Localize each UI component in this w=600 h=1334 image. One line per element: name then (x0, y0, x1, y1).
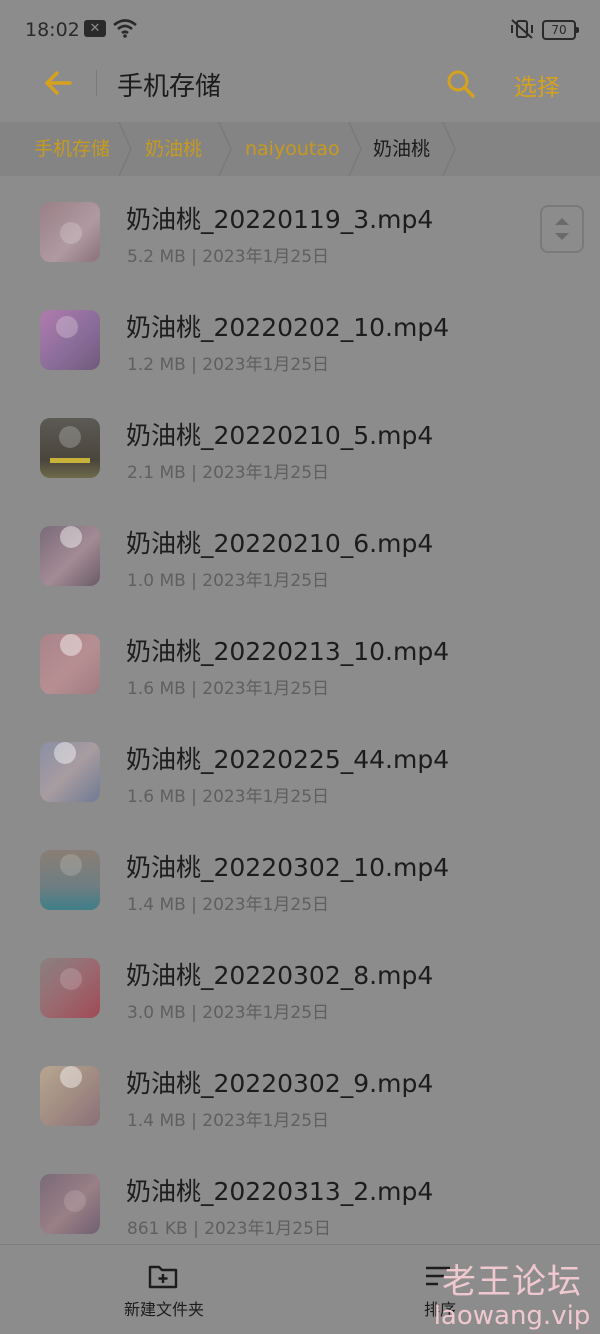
video-thumbnail (40, 202, 100, 262)
video-thumbnail (40, 310, 100, 370)
wifi-icon (113, 19, 137, 38)
file-meta: 1.6 MB | 2023年1月25日 (127, 679, 330, 699)
breadcrumb-item-phone-storage[interactable]: 手机存储 (34, 122, 110, 176)
search-icon[interactable] (445, 68, 477, 100)
select-button[interactable]: 选择 (514, 68, 560, 102)
list-item[interactable]: 奶油桃_20220225_44.mp4 1.6 MB | 2023年1月25日 (0, 716, 600, 824)
breadcrumb-item-naiyoutao[interactable]: naiyoutao (245, 122, 340, 176)
list-item[interactable]: 奶油桃_20220302_10.mp4 1.4 MB | 2023年1月25日 (0, 824, 600, 932)
list-item[interactable]: 奶油桃_20220213_10.mp4 1.6 MB | 2023年1月25日 (0, 608, 600, 716)
file-name: 奶油桃_20220210_6.mp4 (126, 529, 434, 558)
file-name: 奶油桃_20220225_44.mp4 (126, 745, 450, 774)
vibrate-mute-icon (511, 19, 533, 39)
video-thumbnail (40, 850, 100, 910)
back-arrow-icon[interactable] (42, 68, 74, 98)
new-folder-button[interactable]: 新建文件夹 (110, 1258, 218, 1322)
file-meta: 3.0 MB | 2023年1月25日 (127, 1003, 330, 1023)
watermark-title: 老王论坛 (442, 1262, 582, 1302)
file-meta: 1.0 MB | 2023年1月25日 (127, 571, 330, 591)
file-name: 奶油桃_20220302_8.mp4 (126, 961, 434, 990)
list-item[interactable]: 奶油桃_20220302_9.mp4 1.4 MB | 2023年1月25日 (0, 1040, 600, 1148)
new-folder-icon (148, 1265, 178, 1289)
battery-indicator: 70 (542, 20, 579, 40)
video-thumbnail (40, 742, 100, 802)
breadcrumb-chevron-icon (348, 122, 362, 176)
file-name: 奶油桃_20220210_5.mp4 (126, 421, 434, 450)
breadcrumb-chevron-icon (218, 122, 232, 176)
file-meta: 1.4 MB | 2023年1月25日 (127, 1111, 330, 1131)
breadcrumb-chevron-icon (118, 122, 132, 176)
file-name: 奶油桃_20220302_9.mp4 (126, 1069, 434, 1098)
file-name: 奶油桃_20220119_3.mp4 (126, 205, 434, 234)
file-meta: 1.2 MB | 2023年1月25日 (127, 355, 330, 375)
file-name: 奶油桃_20220202_10.mp4 (126, 313, 450, 342)
file-meta: 861 KB | 2023年1月25日 (127, 1219, 331, 1239)
file-name: 奶油桃_20220313_2.mp4 (126, 1177, 434, 1206)
status-time: 18:02 (25, 19, 80, 41)
list-item[interactable]: 奶油桃_20220119_3.mp4 5.2 MB | 2023年1月25日 (0, 176, 600, 284)
watermark: 老王论坛 laowang.vip (432, 1254, 592, 1331)
list-item[interactable]: 奶油桃_20220313_2.mp4 861 KB | 2023年1月25日 (0, 1148, 600, 1256)
breadcrumb: 手机存储 奶油桃 naiyoutao 奶油桃 (0, 122, 600, 176)
breadcrumb-item-naiyoutao-cn[interactable]: 奶油桃 (145, 122, 202, 176)
file-meta: 2.1 MB | 2023年1月25日 (127, 463, 330, 483)
video-thumbnail (40, 1066, 100, 1126)
video-thumbnail (40, 1174, 100, 1234)
breadcrumb-chevron-icon (442, 122, 456, 176)
breadcrumb-item-current: 奶油桃 (373, 138, 431, 160)
header-divider (96, 70, 97, 96)
list-item[interactable]: 奶油桃_20220210_6.mp4 1.0 MB | 2023年1月25日 (0, 500, 600, 608)
file-meta: 1.4 MB | 2023年1月25日 (127, 895, 330, 915)
watermark-url: laowang.vip (433, 1301, 591, 1331)
status-bar: 18:02 ✕ 70 (0, 0, 600, 60)
list-item[interactable]: 奶油桃_20220302_8.mp4 3.0 MB | 2023年1月25日 (0, 932, 600, 1040)
video-thumbnail (40, 958, 100, 1018)
fast-scroll-handle[interactable] (540, 205, 584, 253)
file-meta: 5.2 MB | 2023年1月25日 (127, 247, 330, 267)
list-item[interactable]: 奶油桃_20220202_10.mp4 1.2 MB | 2023年1月25日 (0, 284, 600, 392)
file-name: 奶油桃_20220213_10.mp4 (126, 637, 450, 666)
list-item[interactable]: 奶油桃_20220210_5.mp4 2.1 MB | 2023年1月25日 (0, 392, 600, 500)
video-thumbnail (40, 418, 100, 478)
video-thumbnail (40, 634, 100, 694)
video-thumbnail (40, 526, 100, 586)
page-title: 手机存储 (117, 72, 222, 102)
file-meta: 1.6 MB | 2023年1月25日 (127, 787, 330, 807)
new-folder-label: 新建文件夹 (123, 1300, 204, 1319)
file-name: 奶油桃_20220302_10.mp4 (126, 853, 450, 882)
notification-icon: ✕ (84, 20, 106, 37)
scroll-updown-icon (555, 218, 569, 240)
